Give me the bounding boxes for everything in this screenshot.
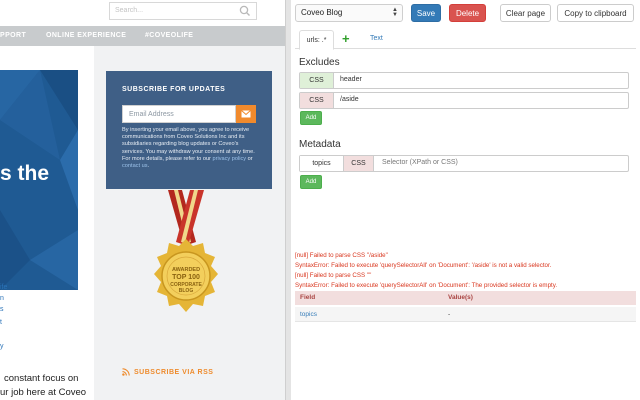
site-search-input[interactable]: Search... [109, 2, 257, 20]
nav-item-coveolife[interactable]: #COVEOLIFE [145, 32, 193, 39]
sidebar-link[interactable]: s [0, 306, 4, 313]
subscribe-button[interactable] [236, 105, 256, 123]
add-exclude-button[interactable]: Add [300, 111, 322, 125]
scraper-panel: Coveo Blog ▲ ▼ Save Delete Clear page Cop… [291, 0, 640, 400]
disclaimer-text: or [246, 155, 253, 162]
nav-item-online-experience[interactable]: ONLINE EXPERIENCE [46, 32, 126, 39]
subscribe-title: SUBSCRIBE FOR UPDATES [122, 86, 226, 93]
add-metadata-button[interactable]: Add [300, 175, 322, 189]
site-select-value: Coveo Blog [301, 8, 343, 17]
article-text-line: constant focus on [4, 373, 79, 384]
results-value-cell: - [448, 311, 451, 318]
exclude-selector-input[interactable]: header [340, 76, 362, 83]
exclude-row: CSS /aside [299, 92, 629, 109]
metadata-selector-input[interactable]: Selector (XPath or CSS) [382, 159, 458, 166]
sidebar-link[interactable]: n [0, 295, 4, 302]
copy-to-clipboard-button[interactable]: Copy to clipboard [557, 4, 634, 22]
badge-line: AWARDED [172, 267, 200, 273]
metadata-row: topics CSS Selector (XPath or CSS) [299, 155, 629, 172]
metadata-name-input[interactable]: topics [300, 156, 344, 171]
results-header-field: Field [300, 294, 316, 301]
disclaimer-text: . [147, 163, 150, 170]
sidebar-link[interactable]: t [0, 319, 2, 326]
site-select[interactable]: Coveo Blog ▲ ▼ [295, 4, 403, 22]
save-button[interactable]: Save [411, 4, 441, 22]
sidebar-link[interactable]: y [0, 343, 4, 350]
rule-tabs: urls: .* + Text [295, 28, 636, 50]
badge-line: TOP 100 [172, 274, 200, 281]
exclude-selector-input[interactable]: /aside [340, 96, 359, 103]
contact-us-link[interactable]: contact us [122, 163, 148, 169]
results-field-cell[interactable]: topics [300, 311, 317, 318]
article-column: s the ife n s t y constant focus on ur j… [0, 46, 94, 400]
badge-line: BLOG [179, 288, 194, 294]
results-header-values: Value(s) [448, 294, 473, 301]
metadata-type-toggle[interactable]: CSS [344, 156, 374, 171]
nav-item-support[interactable]: PPORT [0, 32, 26, 39]
site-header: Search... [0, 0, 285, 26]
error-message: SyntaxError: Failed to execute 'querySel… [295, 282, 558, 289]
add-tab-plus-icon[interactable]: + [342, 31, 350, 46]
error-message: [null] Failed to parse CSS "" [295, 272, 372, 279]
rss-link[interactable]: SUBSCRIBE VIA RSS [122, 368, 213, 376]
clear-page-button[interactable]: Clear page [500, 4, 551, 22]
award-badge: AWARDED TOP 100 CORPORATE BLOG [154, 190, 218, 312]
site-nav-bar: PPORT ONLINE EXPERIENCE #COVEOLIFE [0, 26, 285, 46]
email-field[interactable]: Email Address [122, 105, 236, 123]
hero-headline: s the [0, 162, 50, 185]
table-row: topics - [295, 307, 636, 322]
sidebar-link[interactable]: ife [0, 284, 7, 291]
exclude-row: CSS header [299, 72, 629, 89]
tab-text[interactable]: Text [370, 35, 383, 42]
updown-caret-icon: ▲ ▼ [392, 7, 398, 18]
screen: Search... PPORT ONLINE EXPERIENCE #COVEO… [0, 0, 640, 400]
excludes-title: Excludes [299, 57, 340, 68]
results-header-row: Field Value(s) [295, 291, 636, 305]
hero-image: s the [0, 70, 78, 290]
article-text-line: ur job here at Coveo [0, 387, 87, 398]
error-message: [null] Failed to parse CSS "/aside" [295, 252, 388, 259]
search-icon[interactable] [238, 4, 252, 18]
privacy-policy-link[interactable]: privacy policy [212, 156, 246, 162]
metadata-title: Metadata [299, 139, 341, 150]
rss-icon [122, 368, 130, 376]
tab-urls[interactable]: urls: .* [299, 30, 334, 50]
website-panel: Search... PPORT ONLINE EXPERIENCE #COVEO… [0, 0, 285, 400]
subscribe-disclaimer: By inserting your email above, you agree… [122, 127, 262, 170]
envelope-icon [241, 110, 251, 118]
subscribe-widget: SUBSCRIBE FOR UPDATES Email Address By i… [106, 71, 272, 189]
error-message: SyntaxError: Failed to execute 'querySel… [295, 262, 552, 269]
rss-label: SUBSCRIBE VIA RSS [134, 368, 214, 376]
delete-button[interactable]: Delete [449, 4, 486, 22]
exclude-type-toggle[interactable]: CSS [300, 93, 334, 108]
exclude-type-toggle[interactable]: CSS [300, 73, 334, 88]
